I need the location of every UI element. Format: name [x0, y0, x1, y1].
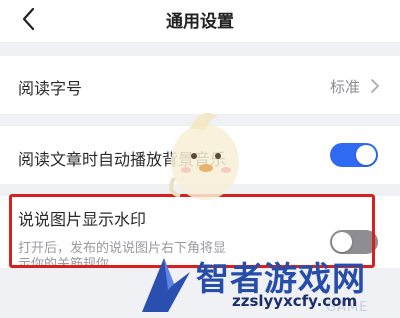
- nav-bar: 通用设置: [0, 0, 400, 42]
- section-gap: [0, 42, 400, 56]
- brand-logo-icon: [142, 258, 190, 312]
- toggle-knob: [356, 145, 376, 165]
- font-size-label: 阅读字号: [18, 79, 83, 98]
- brand-url: zzslyyxcfy.com: [232, 292, 358, 310]
- brand-watermark: 智者游戏网 GAME zzslyyxcfy.com: [138, 252, 400, 318]
- font-size-value: 标准: [329, 78, 360, 96]
- mascot-icon: [169, 112, 239, 200]
- bg-music-toggle[interactable]: [330, 143, 378, 167]
- page-title: 通用设置: [166, 12, 234, 32]
- chevron-right-icon: [371, 79, 379, 93]
